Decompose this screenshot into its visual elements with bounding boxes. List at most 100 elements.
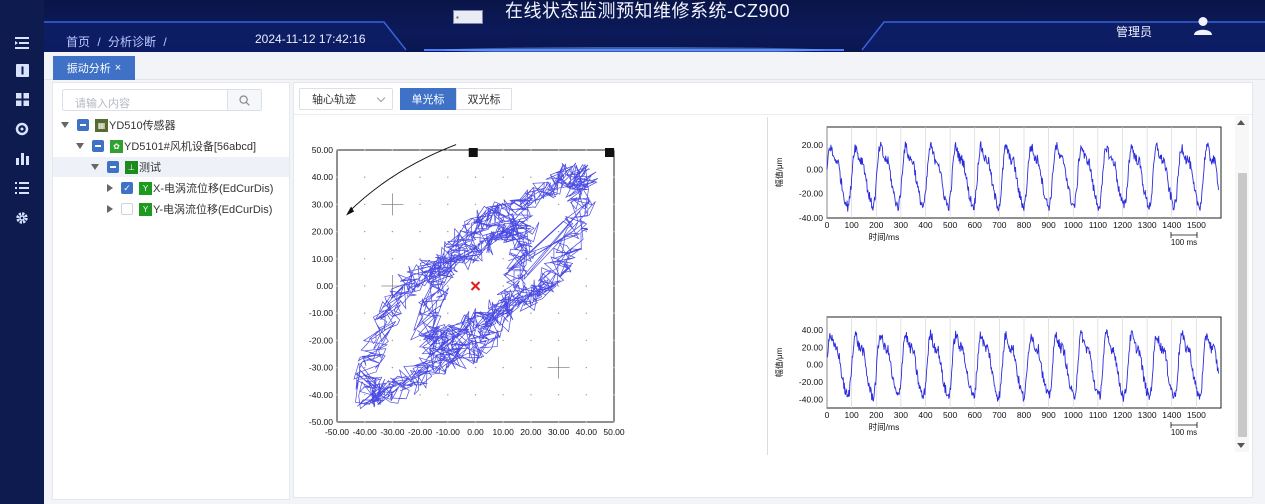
grid-dot xyxy=(419,149,421,151)
grid-dot xyxy=(557,230,560,233)
x-tick-label: 800 xyxy=(1017,410,1031,420)
scroll-down-icon[interactable] xyxy=(1237,443,1245,448)
x-tick-label: 1200 xyxy=(1113,410,1132,420)
user-icon[interactable] xyxy=(1194,16,1212,36)
list-icon[interactable] xyxy=(12,178,32,198)
grid-dot xyxy=(364,394,366,396)
x-tick-label: -10.00 xyxy=(436,427,460,437)
grid-dot xyxy=(530,339,532,342)
orbit-chart[interactable]: 50.00 40.00 30.00 20.00 10.00 0.00 -10.00 -20.0… xyxy=(294,117,764,439)
breadcrumb-home[interactable]: 首页 xyxy=(66,35,90,49)
double-cursor-button[interactable]: 双光标 xyxy=(456,88,512,110)
search-placeholder: 请输入内容 xyxy=(75,98,130,110)
close-icon[interactable]: × xyxy=(115,62,121,74)
tree-node-test[interactable]: ⊥ 测试 xyxy=(53,157,289,177)
grid-dot xyxy=(585,258,587,260)
grid-dot xyxy=(613,258,615,260)
grid-dot xyxy=(419,421,421,423)
test-point-icon: ⊥ xyxy=(125,160,138,174)
tree-node-label: X-电涡流位移(EdCurDis) xyxy=(153,183,274,195)
tree-checkbox[interactable] xyxy=(121,203,133,215)
x-tick-label: 900 xyxy=(1042,410,1056,420)
grid-dot xyxy=(502,339,504,342)
corner-marker xyxy=(605,148,614,157)
y-tick-label: 0.00 xyxy=(806,360,823,370)
y-tick-label: 0.00 xyxy=(316,281,333,291)
tree-checkbox[interactable] xyxy=(107,161,119,173)
y-tick-label: -40.00 xyxy=(799,394,823,404)
waveform-charts[interactable]: 0 100 200 300 400 500 600 700 800 900 1000 1100 1200… xyxy=(768,117,1234,455)
tree-checkbox[interactable] xyxy=(77,119,89,131)
grid-dot xyxy=(502,285,504,287)
grid-dot xyxy=(585,394,587,396)
grid-dot xyxy=(557,394,560,396)
expand-icon[interactable] xyxy=(61,122,69,128)
y-tick-label: 40.00 xyxy=(802,325,824,335)
x-tick-label: 30.00 xyxy=(548,427,570,437)
scroll-thumb[interactable] xyxy=(1238,173,1247,437)
search-button[interactable] xyxy=(227,90,261,110)
bar-chart-icon[interactable] xyxy=(12,148,32,168)
channel-icon: Y xyxy=(139,181,152,195)
y-tick-label: 30.00 xyxy=(312,199,334,209)
tree-checkbox[interactable] xyxy=(92,140,104,152)
grid-dot xyxy=(364,312,366,314)
grid-dot xyxy=(447,176,449,178)
info-icon[interactable] xyxy=(12,60,32,80)
target-icon[interactable] xyxy=(12,119,32,139)
expand-icon[interactable] xyxy=(107,184,113,192)
y-tick-label: 40.00 xyxy=(312,172,334,182)
grid-dot xyxy=(585,149,587,151)
grid-dot xyxy=(557,421,560,423)
x-tick-label: 400 xyxy=(918,410,932,420)
grid-dot xyxy=(364,366,366,369)
expand-icon[interactable] xyxy=(107,205,113,213)
tree-node-device[interactable]: ✿ YD5101#风机设备[56abcd] xyxy=(76,136,256,156)
grid-dot xyxy=(336,176,338,178)
x-tick-label: 500 xyxy=(943,410,957,420)
grid-dot xyxy=(447,421,449,423)
corner-marker xyxy=(468,148,478,157)
grid-dot xyxy=(613,285,615,287)
tab-vibration-analysis[interactable]: 振动分析 × xyxy=(53,56,135,80)
grid-dot xyxy=(613,394,615,396)
x-tick-label: 300 xyxy=(894,220,908,230)
expand-icon[interactable] xyxy=(76,143,84,149)
chart-type-select[interactable]: 轴心轨迹 xyxy=(299,88,393,110)
x-tick-label: 200 xyxy=(869,220,883,230)
tree-node-sensor[interactable]: ▦ YD510传感器 xyxy=(61,115,176,135)
dashboard-icon[interactable] xyxy=(12,89,32,109)
expand-icon[interactable] xyxy=(91,164,99,170)
search-icon xyxy=(239,94,250,106)
x-tick-label: 900 xyxy=(1042,220,1056,230)
grid-dot xyxy=(447,394,449,396)
tree-node-x-channel[interactable]: ✓ Y X-电涡流位移(EdCurDis) xyxy=(107,178,273,198)
grid-dot xyxy=(557,203,560,206)
settings-icon[interactable] xyxy=(12,208,32,228)
fan-device-icon: ✿ xyxy=(110,139,123,153)
y-tick-label: -20.00 xyxy=(799,189,823,199)
grid-dot xyxy=(474,394,477,396)
grid-dot xyxy=(585,421,587,423)
menu-fold-icon[interactable] xyxy=(12,33,32,53)
breadcrumb-analysis[interactable]: 分析诊断 xyxy=(108,35,156,49)
grid-dot xyxy=(336,394,338,396)
grid-dot xyxy=(391,339,394,342)
grid-dot xyxy=(336,421,338,423)
x-tick-label: 1400 xyxy=(1162,410,1181,420)
tree-checkbox-checked[interactable]: ✓ xyxy=(121,182,133,194)
x-tick-label: 1200 xyxy=(1113,220,1132,230)
x-tick-label: -40.00 xyxy=(353,427,377,437)
grid-dot xyxy=(391,149,394,151)
tree-node-y-channel[interactable]: Y Y-电涡流位移(EdCurDis) xyxy=(107,199,272,219)
grid-dot xyxy=(364,258,366,260)
search-input[interactable]: 请输入内容 xyxy=(62,89,262,111)
top-header: 首页 / 分析诊断 / 2024-11-12 17:42:16 ▪ 在线状态监测… xyxy=(44,0,1265,52)
scroll-up-icon[interactable] xyxy=(1237,120,1245,125)
y-axis-label: 幅值/μm xyxy=(774,347,784,377)
scrollbar[interactable] xyxy=(1235,116,1249,452)
single-cursor-button[interactable]: 单光标 xyxy=(400,88,456,110)
grid-dot xyxy=(613,312,615,314)
analysis-panel: 轴心轨迹 单光标 双光标 50.00 40.00 30.00 20.00 10.00 0.… xyxy=(293,82,1253,498)
user-name[interactable]: 管理员 xyxy=(1116,23,1152,40)
